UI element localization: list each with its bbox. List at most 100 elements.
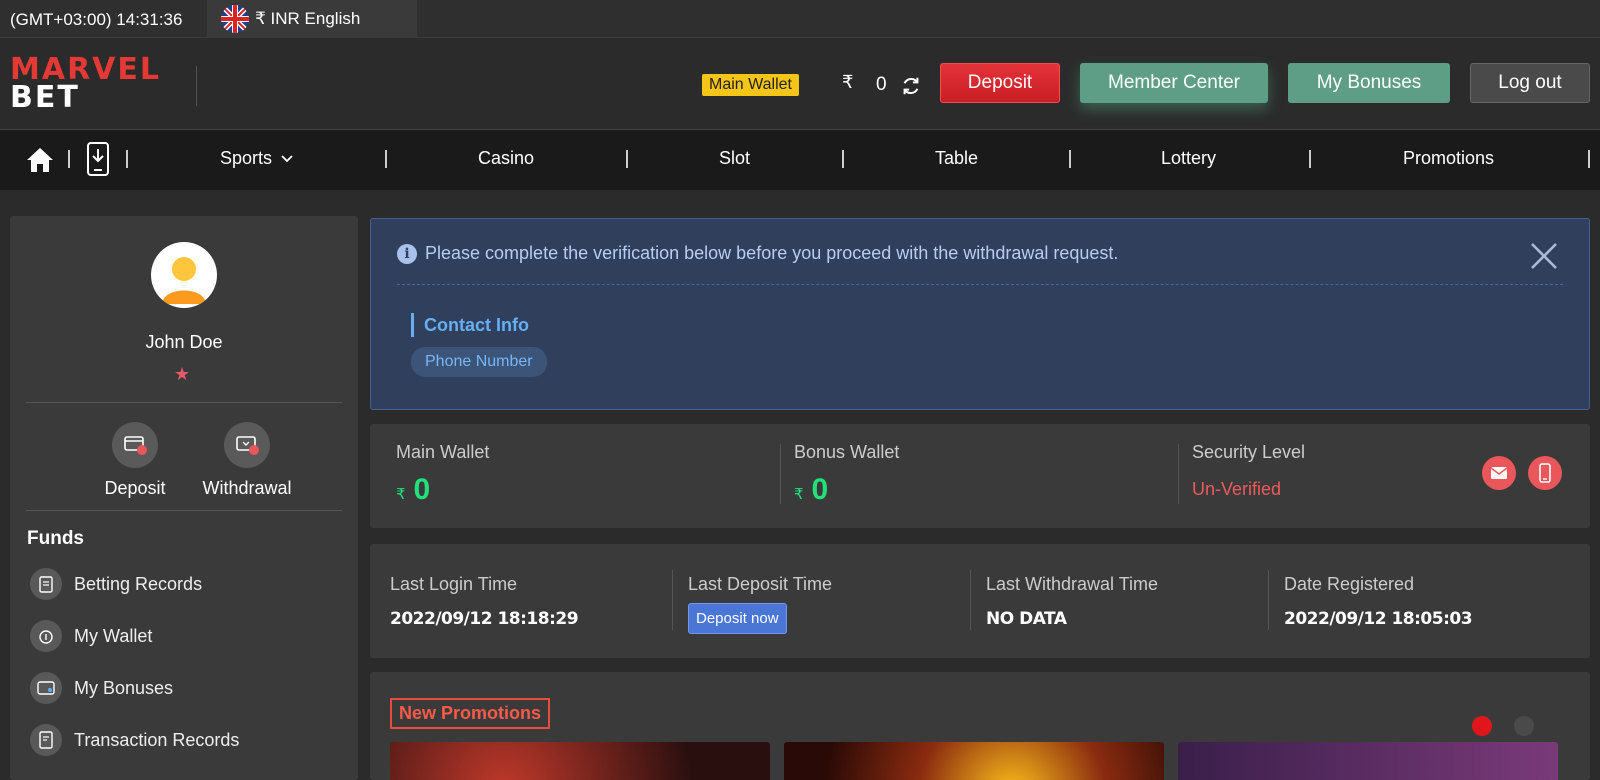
nav-divider <box>842 150 844 168</box>
logout-button[interactable]: Log out <box>1470 63 1590 103</box>
verification-alert: i Please complete the verification below… <box>370 218 1590 410</box>
nav-divider <box>68 150 70 168</box>
quick-deposit-label: Deposit <box>104 478 166 498</box>
vip-star-icon: ★ <box>174 364 191 384</box>
alert-divider <box>397 284 1563 285</box>
currency-symbol: ₹ <box>842 72 854 92</box>
withdrawal-card-icon <box>224 422 270 468</box>
member-center-button[interactable]: Member Center <box>1080 63 1268 103</box>
panel-divider <box>970 570 971 630</box>
phone-number-chip[interactable]: Phone Number <box>411 347 547 377</box>
info-icon: i <box>397 243 417 264</box>
deposit-card-icon <box>112 422 158 468</box>
logo-text-bottom: BET <box>10 80 80 115</box>
promo-banner-image[interactable] <box>1178 742 1558 780</box>
quick-withdrawal-label: Withdrawal <box>202 478 292 498</box>
main-wallet-currency: ₹ <box>396 486 406 503</box>
activity-times-panel: Last Login Time 2022/09/12 18:18:29 Last… <box>370 544 1590 658</box>
my-bonuses-button[interactable]: My Bonuses <box>1288 63 1450 103</box>
nav-casino[interactable]: Casino <box>478 148 534 169</box>
chevron-down-icon <box>281 155 293 163</box>
alert-message-text: Please complete the verification below b… <box>425 243 1119 263</box>
clipboard-icon <box>30 568 62 600</box>
avatar[interactable] <box>151 242 217 308</box>
top-strip: (GMT+03:00) 14:31:36 ₹ INR English <box>0 0 1600 38</box>
menu-my-wallet[interactable]: My Wallet <box>30 620 152 652</box>
last-login-label: Last Login Time <box>390 574 518 594</box>
sidebar: John Doe ★ Deposit Withdrawal Funds Bett… <box>10 216 358 780</box>
header: MARVEL BET Main Wallet ₹ 0 Deposit Membe… <box>0 38 1600 130</box>
quick-deposit[interactable]: Deposit <box>80 422 190 499</box>
nav-slot[interactable]: Slot <box>719 148 750 169</box>
logo-divider <box>196 66 197 106</box>
phone-verify-icon[interactable] <box>1528 456 1562 490</box>
panel-divider <box>672 570 673 630</box>
email-verify-icon[interactable] <box>1482 456 1516 490</box>
clock: (GMT+03:00) 14:31:36 <box>10 10 183 29</box>
main-wallet-label: Main Wallet <box>396 442 490 462</box>
last-withdrawal-value: NO DATA <box>986 609 1067 629</box>
menu-my-bonuses[interactable]: My Bonuses <box>30 672 173 704</box>
menu-transaction-records[interactable]: Transaction Records <box>30 724 239 756</box>
logo[interactable]: MARVEL BET <box>10 55 170 115</box>
bonus-wallet-currency: ₹ <box>794 486 804 503</box>
bonus-wallet-summary: Bonus Wallet ₹ 0 <box>794 442 899 507</box>
currency-language-label: ₹ INR English <box>255 9 361 28</box>
last-deposit-label: Last Deposit Time <box>688 574 833 594</box>
quick-withdrawal[interactable]: Withdrawal <box>192 422 302 499</box>
menu-betting-records-label: Betting Records <box>74 573 203 594</box>
menu-my-wallet-label: My Wallet <box>74 625 153 646</box>
username: John Doe <box>145 332 223 352</box>
promo-banner-image[interactable] <box>784 742 1164 780</box>
last-deposit: Last Deposit Time Deposit now <box>688 574 832 634</box>
main-nav: Sports Casino Slot Table Lottery Promoti… <box>0 130 1600 190</box>
security-level-label: Security Level <box>1192 442 1306 462</box>
nav-promotions[interactable]: Promotions <box>1403 148 1494 169</box>
main-wallet-amount: 0 <box>413 473 431 506</box>
language-selector[interactable]: ₹ INR English <box>207 0 417 38</box>
close-icon[interactable] <box>1529 241 1559 271</box>
nav-sports[interactable]: Sports <box>220 148 293 169</box>
nav-lottery[interactable]: Lottery <box>1161 148 1216 169</box>
nav-divider <box>385 150 387 168</box>
sidebar-divider <box>26 510 342 511</box>
security-status: Un-Verified <box>1192 479 1282 499</box>
deposit-now-button[interactable]: Deposit now <box>688 603 787 634</box>
uk-flag-icon <box>221 5 249 33</box>
nav-divider <box>1588 150 1590 168</box>
security-level-summary: Security Level Un-Verified <box>1192 442 1305 500</box>
nav-divider <box>1309 150 1311 168</box>
bonus-wallet-amount: 0 <box>811 473 829 506</box>
sidebar-divider <box>26 402 342 403</box>
nav-divider <box>126 150 128 168</box>
main-wallet-tag[interactable]: Main Wallet <box>702 74 799 96</box>
refresh-icon[interactable] <box>900 75 922 97</box>
contact-info-heading: Contact Info <box>411 313 529 337</box>
bonus-card-icon <box>30 672 62 704</box>
wallet-icon <box>30 620 62 652</box>
bonus-wallet-label: Bonus Wallet <box>794 442 900 462</box>
alert-message: i Please complete the verification below… <box>397 243 1118 264</box>
menu-transaction-records-label: Transaction Records <box>74 729 240 750</box>
date-registered-label: Date Registered <box>1284 574 1415 594</box>
carousel-dot[interactable] <box>1514 716 1534 736</box>
header-balance: 0 <box>876 74 887 95</box>
main-wallet-summary: Main Wallet ₹ 0 <box>396 442 489 507</box>
wallets-panel: Main Wallet ₹ 0 Bonus Wallet ₹ 0 Securit… <box>370 424 1590 528</box>
date-registered-value: 2022/09/12 18:05:03 <box>1284 609 1473 629</box>
mobile-download-icon[interactable] <box>86 142 110 176</box>
new-promotions-heading: New Promotions <box>390 698 551 729</box>
date-registered: Date Registered 2022/09/12 18:05:03 <box>1284 574 1473 629</box>
home-icon[interactable] <box>26 146 54 174</box>
menu-betting-records[interactable]: Betting Records <box>30 568 202 600</box>
document-icon <box>30 724 62 756</box>
nav-divider <box>1069 150 1071 168</box>
promotions-panel: New Promotions <box>370 672 1590 780</box>
carousel-dot-active[interactable] <box>1472 716 1492 736</box>
promo-banner-image[interactable] <box>390 742 770 780</box>
last-login: Last Login Time 2022/09/12 18:18:29 <box>390 574 579 629</box>
deposit-button[interactable]: Deposit <box>940 63 1060 103</box>
panel-divider <box>1178 444 1179 504</box>
panel-divider <box>780 444 781 504</box>
nav-table[interactable]: Table <box>935 148 978 169</box>
